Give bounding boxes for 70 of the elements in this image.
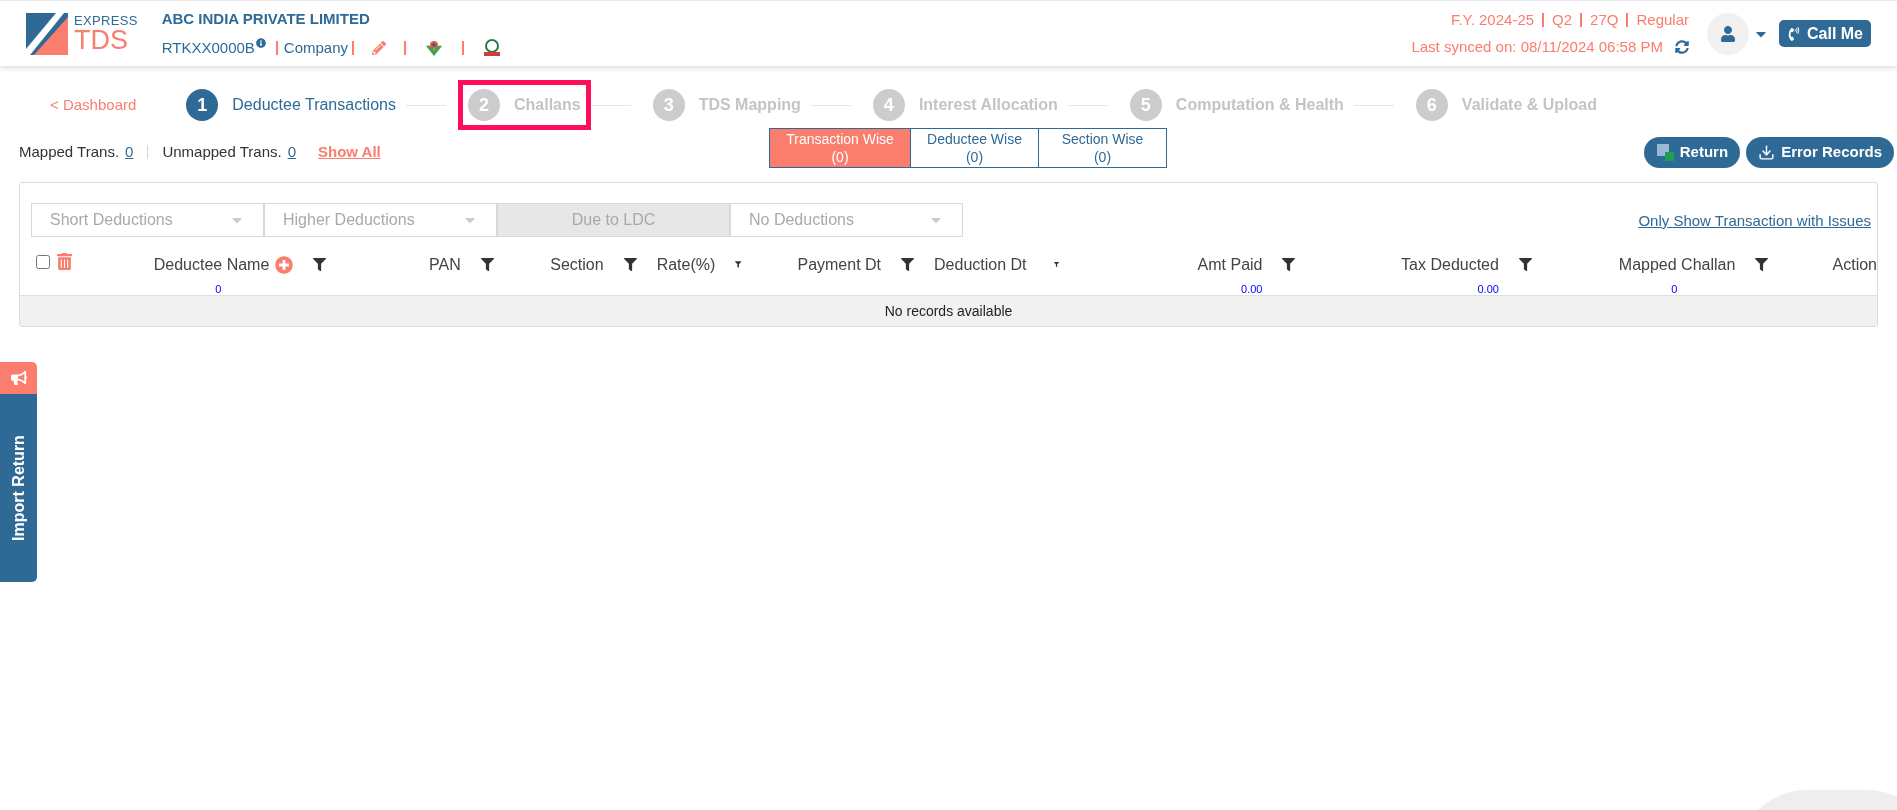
return-period: F.Y. 2024-25 bbox=[1450, 10, 1535, 30]
count-link[interactable]: 0 bbox=[125, 140, 134, 164]
column-header: Mapped Challan bbox=[1618, 255, 1736, 275]
select-all-checkbox[interactable] bbox=[36, 254, 50, 269]
return-period: Q2 bbox=[1552, 10, 1573, 30]
company-name: ABC INDIA PRIVATE LIMITED bbox=[161, 9, 371, 29]
column-header: Tax Deducted bbox=[1401, 255, 1499, 275]
step-label[interactable]: Computation & Health bbox=[1175, 93, 1344, 117]
column-header: Action bbox=[1832, 255, 1877, 275]
count-label: Mapped Trans. bbox=[19, 141, 120, 162]
issues-filter-link[interactable]: Only Show Transaction with Issues bbox=[1638, 209, 1871, 233]
step-label[interactable]: Interest Allocation bbox=[918, 93, 1058, 117]
logo-text: TDS bbox=[74, 26, 128, 54]
filter-icon[interactable] bbox=[623, 258, 637, 271]
announcement-tab[interactable] bbox=[0, 362, 37, 394]
show-all-link[interactable]: Show All bbox=[318, 140, 381, 164]
spreadsheet-icon bbox=[1655, 143, 1674, 161]
column-header: Deductee Name bbox=[153, 255, 270, 275]
count-link[interactable]: 0 bbox=[287, 140, 296, 164]
entity-type: Company bbox=[283, 37, 349, 58]
error-records-button[interactable]: Error Records bbox=[1746, 136, 1894, 168]
step-label[interactable]: Deductee Transactions bbox=[232, 93, 396, 117]
logo-icon bbox=[26, 12, 68, 55]
column-total: 0.00 bbox=[1241, 282, 1263, 297]
column-header: Rate(%) bbox=[656, 255, 716, 275]
emblem-icon[interactable] bbox=[482, 38, 503, 57]
step-label[interactable]: Validate & Upload bbox=[1461, 93, 1597, 117]
column-header: PAN bbox=[429, 255, 461, 275]
filter-icon[interactable] bbox=[1518, 258, 1532, 271]
column-total: 0 bbox=[215, 282, 222, 297]
filter-icon[interactable] bbox=[735, 258, 742, 271]
add-icon[interactable] bbox=[275, 256, 294, 274]
count-label: Unmapped Trans. bbox=[162, 141, 282, 162]
column-header: Deduction Dt bbox=[934, 255, 1028, 275]
empty-row: No records available bbox=[20, 295, 1877, 326]
column-total: 0.00 bbox=[1477, 282, 1499, 297]
return-button[interactable]: Return bbox=[1643, 136, 1741, 168]
step-label[interactable]: Challans bbox=[513, 93, 581, 117]
import-return-tab[interactable]: Import Return bbox=[0, 394, 37, 582]
filter-icon[interactable] bbox=[901, 258, 915, 271]
filter-icon[interactable] bbox=[1282, 258, 1296, 271]
leaf-emblem-icon[interactable] bbox=[424, 39, 445, 56]
filter-icon[interactable] bbox=[313, 258, 327, 271]
step-number[interactable]: 1 bbox=[186, 89, 219, 121]
tan-number: RTKXX0000B bbox=[161, 37, 255, 58]
filter-icon[interactable] bbox=[480, 258, 494, 271]
logo-text: EXPRESS bbox=[74, 13, 138, 27]
return-period: 27Q bbox=[1590, 10, 1619, 30]
phone-icon bbox=[1787, 26, 1801, 41]
call-me-button[interactable]: Call Me bbox=[1779, 20, 1871, 47]
info-icon[interactable] bbox=[255, 37, 266, 48]
view-tab[interactable]: Transaction Wise (0) bbox=[770, 129, 910, 167]
avatar[interactable] bbox=[1707, 12, 1749, 55]
edit-icon[interactable] bbox=[372, 40, 387, 55]
return-period: Regular bbox=[1636, 10, 1689, 30]
sync-icon[interactable] bbox=[1675, 39, 1689, 54]
column-total: 0 bbox=[1671, 282, 1678, 297]
column-header: Section bbox=[550, 255, 604, 275]
step-label[interactable]: TDS Mapping bbox=[698, 93, 801, 117]
megaphone-icon bbox=[10, 370, 27, 386]
filter-icon[interactable] bbox=[1755, 258, 1769, 271]
download-icon bbox=[1758, 143, 1776, 161]
dashboard-link[interactable]: < Dashboard bbox=[50, 93, 137, 117]
column-header: Amt Paid bbox=[1197, 255, 1263, 275]
deduction-dropdown[interactable]: Higher Deductions bbox=[264, 203, 497, 237]
deduction-dropdown[interactable]: Short Deductions bbox=[31, 203, 264, 237]
column-header: Payment Dt bbox=[797, 255, 882, 275]
last-synced-text: Last synced on: 08/11/2024 06:58 PM bbox=[1411, 36, 1663, 57]
deduction-dropdown[interactable]: No Deductions bbox=[730, 203, 963, 237]
delete-icon[interactable] bbox=[56, 253, 73, 270]
